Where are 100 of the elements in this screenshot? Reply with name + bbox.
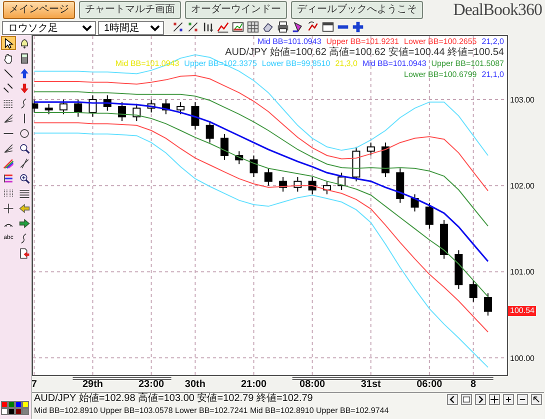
- plus-icon[interactable]: [352, 21, 364, 33]
- line-icon: [3, 68, 14, 78]
- arrow-up-icon: [19, 68, 30, 78]
- candlestick: [454, 250, 463, 290]
- line-chart-icon[interactable]: [217, 21, 229, 33]
- crosshair-icon[interactable]: [490, 394, 499, 404]
- legend-text: Lower BB=100.2655: [404, 36, 477, 47]
- crossing-lines-icon: [19, 158, 30, 168]
- tool-button[interactable]: [17, 141, 32, 155]
- candlestick: [206, 120, 214, 144]
- legend-text: 21,3,0: [335, 58, 358, 69]
- candlestick: [425, 202, 434, 230]
- candlestick: [118, 102, 126, 122]
- tab[interactable]: メインページ: [3, 1, 75, 19]
- magnifier-icon: [19, 142, 30, 154]
- axis-label: 101.00: [510, 268, 534, 277]
- color-swatch[interactable]: [15, 401, 22, 408]
- candlestick: [366, 142, 375, 156]
- tool-button[interactable]: [17, 171, 32, 185]
- color-swatch[interactable]: [15, 408, 22, 415]
- legend-text: 21,2,0: [482, 36, 504, 47]
- candlestick: [103, 94, 112, 112]
- axis-label: 23:00: [138, 379, 164, 390]
- candlestick: [147, 99, 156, 113]
- table-icon[interactable]: [247, 21, 259, 33]
- tool-button[interactable]: [17, 126, 32, 140]
- candlestick: [308, 176, 316, 195]
- candlestick: [469, 280, 478, 302]
- candlestick: [74, 99, 82, 118]
- bell-icon: [19, 38, 30, 48]
- color-swatch[interactable]: [8, 408, 15, 415]
- candlestick: [88, 94, 97, 118]
- axis-label: 100.00: [510, 354, 534, 363]
- candlestick: [410, 194, 419, 212]
- legend-text: AUD/JPY 始値=100.62 高値=100.62 安値=100.44 終値=100.54: [225, 47, 504, 58]
- candlestick: [396, 168, 404, 204]
- color-swatch[interactable]: [1, 408, 8, 415]
- legend-text: Lower BB=100.6799: [404, 69, 477, 80]
- tab[interactable]: オーダーウインドー: [185, 1, 287, 19]
- legend-text: Mid BB=101.0943: [362, 58, 426, 69]
- axis-label: 31st: [360, 379, 381, 390]
- candlestick: [162, 99, 170, 115]
- tab[interactable]: ディールブックへようこそ: [291, 1, 423, 19]
- page-arrow-icon: [19, 248, 30, 258]
- axis-label: 102.00: [510, 182, 534, 191]
- printer-icon[interactable]: [277, 21, 289, 33]
- fan-icon: [3, 142, 14, 154]
- grid-icon: [3, 188, 14, 198]
- arrow-down-icon: [19, 82, 30, 94]
- candlestick: [176, 102, 185, 115]
- corner-arrow-icon[interactable]: [532, 394, 541, 404]
- window-icon[interactable]: [322, 21, 334, 33]
- candlestick: [44, 103, 53, 115]
- price-label: 100.54: [508, 306, 536, 316]
- tool-button[interactable]: [17, 216, 32, 230]
- legend-text: 21,1,0: [482, 69, 504, 80]
- candlestick: [250, 155, 258, 178]
- fraction-icon[interactable]: [172, 21, 184, 33]
- lines-icon: [19, 188, 30, 198]
- candlestick: [32, 99, 38, 113]
- arrow-left-icon: [19, 202, 30, 214]
- candlestick: [440, 220, 448, 260]
- axis-label: 08:00: [300, 379, 326, 390]
- legend-text: Lower BB=99.8510: [262, 58, 330, 69]
- arrow-right-icon: [19, 218, 30, 228]
- axis-label: 7: [32, 379, 37, 390]
- candlestick: [191, 102, 200, 130]
- plus-icon[interactable]: [504, 394, 513, 404]
- candlestick: [279, 176, 288, 192]
- tool-button[interactable]: [17, 246, 32, 260]
- color-swatch[interactable]: [1, 401, 8, 408]
- candlestick: [220, 133, 228, 160]
- pointer-icon: [3, 38, 14, 48]
- candlestick: [132, 103, 141, 122]
- fan-icon: [3, 112, 14, 124]
- axis-label: 8: [470, 379, 476, 390]
- candlestick: [59, 99, 68, 115]
- tool-button[interactable]: [1, 36, 16, 50]
- scroll-left-icon[interactable]: [448, 394, 457, 404]
- color-swatch[interactable]: [22, 401, 29, 408]
- bars-icon: [3, 172, 14, 184]
- candlestick: [322, 180, 331, 195]
- window-icon[interactable]: [462, 394, 471, 404]
- scroll-right-icon[interactable]: [476, 394, 485, 404]
- tab[interactable]: チャートマルチ画面: [79, 1, 181, 19]
- circle-icon: [19, 128, 30, 138]
- legend-text: Mid BB=101.0943: [257, 36, 322, 47]
- color-swatch[interactable]: [8, 401, 15, 408]
- bars-icon[interactable]: [202, 21, 214, 33]
- chart-type-select[interactable]: ロウソク足: [2, 20, 96, 34]
- color-swatch[interactable]: [22, 408, 29, 415]
- candlestick: [338, 172, 346, 190]
- logo: DealBook360: [453, 1, 542, 19]
- candlestick: [294, 176, 302, 192]
- axis-label: 21:00: [240, 379, 267, 390]
- crosshair-icon: [3, 202, 14, 214]
- timeframe-select[interactable]: 1時間足: [98, 20, 164, 34]
- axis-label: 103.00: [510, 96, 534, 105]
- fraction-icon[interactable]: [187, 21, 199, 33]
- chart-icon[interactable]: [232, 21, 244, 33]
